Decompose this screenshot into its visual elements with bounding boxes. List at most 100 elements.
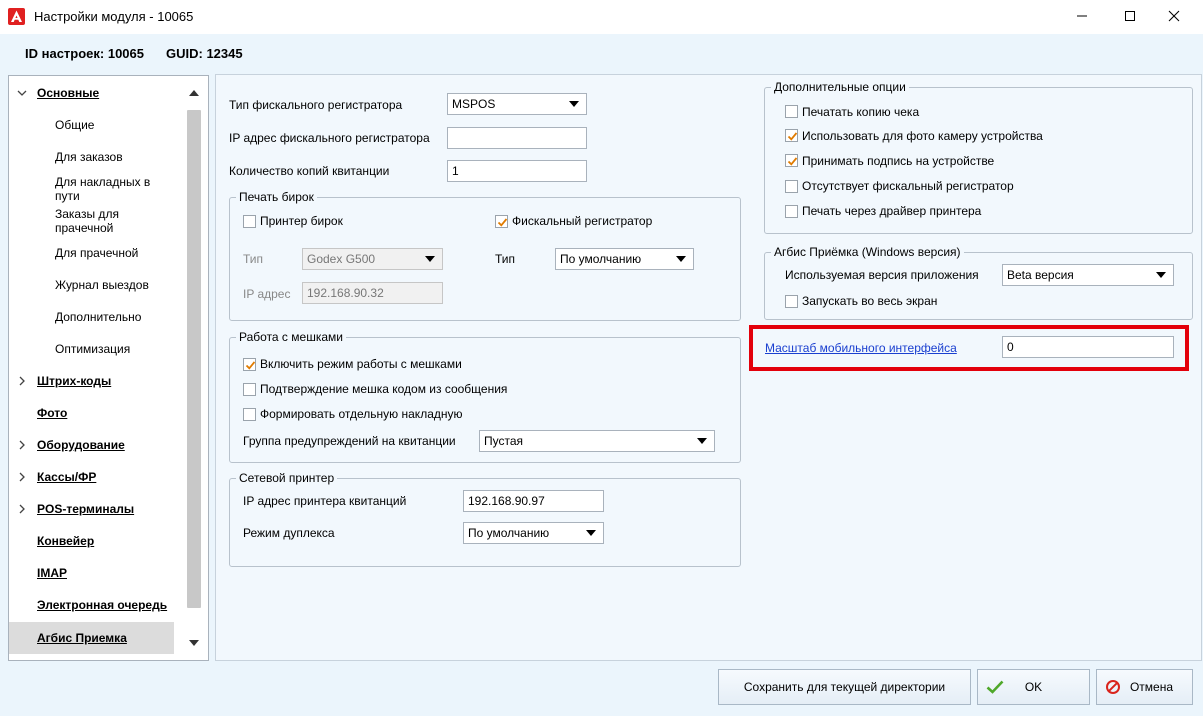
app-version-select[interactable]: Beta версия xyxy=(1002,264,1174,286)
tag-type-label: Тип xyxy=(243,252,264,266)
maximize-icon xyxy=(1125,11,1135,21)
nav-item-agbis-priemka[interactable]: Агбис Приемка xyxy=(9,622,174,654)
warn-group-select[interactable]: Пустая xyxy=(479,430,715,452)
net-printer-ip-input[interactable]: 192.168.90.97 xyxy=(463,490,604,512)
use-camera-label: Использовать для фото камеру устройства xyxy=(802,129,1043,143)
nav-item-optimizaciya[interactable]: Оптимизация xyxy=(9,335,174,363)
settings-id-line: ID настроек: 10065 GUID: 12345 xyxy=(25,46,265,61)
group-title: Работа с мешками xyxy=(236,330,346,344)
nav-item-zakazy-prachechnoy[interactable]: Заказы для прачечной xyxy=(9,207,174,235)
accept-signature-label: Принимать подпись на устройстве xyxy=(802,154,995,168)
app-logo-icon xyxy=(8,8,25,25)
ok-button[interactable]: OK xyxy=(977,669,1090,705)
net-printer-ip-label: IP адрес принтера квитанций xyxy=(243,494,407,508)
nav-item-konveyer[interactable]: Конвейер xyxy=(9,527,174,555)
chevron-right-icon[interactable] xyxy=(17,440,27,450)
chevron-right-icon[interactable] xyxy=(17,504,27,514)
copies-label: Количество копий квитанции xyxy=(229,164,390,178)
nav-item-kassy-fr[interactable]: Кассы/ФР xyxy=(9,463,174,491)
guid: GUID: 12345 xyxy=(166,46,243,61)
no-fiscal-checkbox[interactable] xyxy=(785,180,798,193)
group-title: Сетевой принтер xyxy=(236,471,338,485)
checkmark-icon xyxy=(497,218,508,227)
settings-id: ID настроек: 10065 xyxy=(25,46,144,61)
chevron-right-icon[interactable] xyxy=(17,472,27,482)
agbis-windows-group: Агбис Приёмка (Windows версия) xyxy=(764,245,1193,320)
nav-item-oborudovanie[interactable]: Оборудование xyxy=(9,431,174,459)
scroll-up-icon[interactable] xyxy=(188,88,200,98)
minimize-icon xyxy=(1077,15,1087,17)
fiscal-reg-label: Фискальный регистратор xyxy=(512,214,653,228)
scroll-thumb[interactable] xyxy=(187,110,201,608)
print-driver-label: Печать через драйвер принтера xyxy=(802,204,982,218)
fiscal-tag-type-select[interactable]: По умолчанию xyxy=(555,248,694,270)
app-version-label: Используемая версия приложения xyxy=(785,268,979,282)
cancel-button[interactable]: Отмена xyxy=(1096,669,1193,705)
close-button[interactable] xyxy=(1154,0,1194,32)
nav-item-osnovnye[interactable]: Основные xyxy=(9,79,174,107)
tag-printer-type-select[interactable]: Godex G500 xyxy=(302,248,443,270)
tag-printer-label: Принтер бирок xyxy=(260,214,343,228)
chevron-down-icon xyxy=(569,101,579,107)
settings-nav-tree: Основные Общие Для заказов Для накладных… xyxy=(8,75,209,661)
bags-enable-label: Включить режим работы с мешками xyxy=(260,357,462,371)
fiscal-ip-label: IP адрес фискального регистратора xyxy=(229,131,430,145)
bags-separate-label: Формировать отдельную накладную xyxy=(260,407,463,421)
fullscreen-label: Запускать во весь экран xyxy=(802,294,938,308)
nav-item-dopolnitelno[interactable]: Дополнительно xyxy=(9,303,174,331)
group-title: Дополнительные опции xyxy=(771,80,909,94)
chevron-down-icon xyxy=(676,256,686,262)
bags-enable-checkbox[interactable] xyxy=(243,358,256,371)
use-camera-checkbox[interactable] xyxy=(785,129,798,142)
fiscal-ip-input[interactable] xyxy=(447,127,587,149)
chevron-right-icon[interactable] xyxy=(17,376,27,386)
nav-scrollbar[interactable] xyxy=(179,76,208,660)
highlight-frame xyxy=(749,325,1189,371)
bags-separate-checkbox[interactable] xyxy=(243,408,256,421)
checkmark-icon xyxy=(787,132,798,141)
tag-ip-input[interactable]: 192.168.90.32 xyxy=(302,282,443,304)
bags-confirm-label: Подтверждение мешка кодом из сообщения xyxy=(260,382,508,396)
minimize-button[interactable] xyxy=(1062,0,1102,32)
chevron-down-icon xyxy=(586,530,596,536)
nav-item-elektronnaya-ochered[interactable]: Электронная очередь xyxy=(9,591,174,619)
nav-item-pos-terminaly[interactable]: POS-терминалы xyxy=(9,495,174,523)
chevron-down-icon xyxy=(697,438,707,444)
print-receipt-copy-checkbox[interactable] xyxy=(785,105,798,118)
accept-signature-checkbox[interactable] xyxy=(785,154,798,167)
nav-item-imap[interactable]: IMAP xyxy=(9,559,174,587)
maximize-button[interactable] xyxy=(1110,0,1150,32)
print-receipt-copy-label: Печатать копию чека xyxy=(802,105,920,119)
nav-item-obshchie[interactable]: Общие xyxy=(9,111,174,139)
chevron-down-icon xyxy=(1156,272,1166,278)
window-title: Настройки модуля - 10065 xyxy=(34,9,194,24)
close-icon xyxy=(1168,10,1180,22)
fullscreen-checkbox[interactable] xyxy=(785,295,798,308)
fiscal-reg-checkbox[interactable] xyxy=(495,215,508,228)
nav-item-zhurnal-vyezdov[interactable]: Журнал выездов xyxy=(9,271,174,299)
chevron-down-icon xyxy=(425,256,435,262)
nav-item-foto[interactable]: Фото xyxy=(9,399,174,427)
title-bar: Настройки модуля - 10065 xyxy=(0,0,1203,34)
warn-group-label: Группа предупреждений на квитанции xyxy=(243,434,456,448)
bags-confirm-checkbox[interactable] xyxy=(243,383,256,396)
nav-item-dlya-prachechnoy[interactable]: Для прачечной xyxy=(9,239,174,267)
no-fiscal-label: Отсутствует фискальный регистратор xyxy=(802,179,1014,193)
nav-item-shtrih-kody[interactable]: Штрих-коды xyxy=(9,367,174,395)
group-title: Печать бирок xyxy=(236,190,317,204)
checkmark-icon xyxy=(245,361,256,370)
nav-item-dlya-nakladnyh[interactable]: Для накладных в пути xyxy=(9,175,174,203)
duplex-select[interactable]: По умолчанию xyxy=(463,522,604,544)
nav-item-dlya-zakazov[interactable]: Для заказов xyxy=(9,143,174,171)
fiscal-type-label-2: Тип xyxy=(495,252,516,266)
fiscal-type-select[interactable]: MSPOS xyxy=(447,93,587,115)
save-for-directory-button[interactable]: Сохранить для текущей директории xyxy=(718,669,971,705)
scroll-down-icon[interactable] xyxy=(188,638,200,648)
chevron-down-icon[interactable] xyxy=(17,88,27,98)
copies-input[interactable]: 1 xyxy=(447,160,587,182)
group-title: Агбис Приёмка (Windows версия) xyxy=(771,245,964,259)
duplex-label: Режим дуплекса xyxy=(243,526,335,540)
tag-printer-checkbox[interactable] xyxy=(243,215,256,228)
checkmark-icon xyxy=(787,157,798,166)
print-driver-checkbox[interactable] xyxy=(785,205,798,218)
